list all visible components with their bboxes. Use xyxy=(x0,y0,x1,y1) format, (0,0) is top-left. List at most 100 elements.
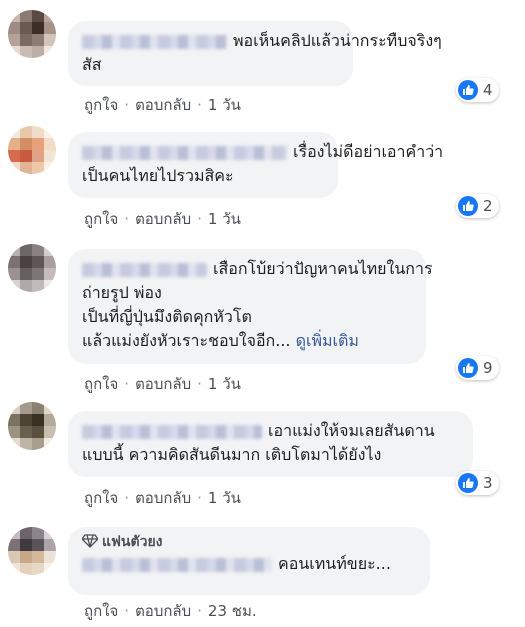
avatar-pixel xyxy=(20,46,32,58)
avatar[interactable] xyxy=(8,126,56,174)
avatar-pixel xyxy=(20,438,32,450)
avatar[interactable] xyxy=(8,527,56,575)
blurred-author-name[interactable] xyxy=(82,145,287,160)
reaction-number: 2 xyxy=(483,197,493,215)
avatar-pixel xyxy=(8,551,20,563)
avatar-pixel xyxy=(8,256,20,268)
avatar-pixel xyxy=(20,551,32,563)
separator-dot: · xyxy=(197,602,202,620)
blurred-author-name[interactable] xyxy=(82,262,207,277)
timestamp[interactable]: 1 วัน xyxy=(208,96,241,114)
avatar-pixel xyxy=(20,34,32,46)
comment-bubble: เรื่องไม่ดีอย่าเอาคำว่า เป็นคนไทยไปรวมสิ… xyxy=(68,132,443,198)
avatar-pixel xyxy=(44,162,56,174)
avatar-pixel xyxy=(44,46,56,58)
blurred-author-name[interactable] xyxy=(82,557,272,572)
avatar-pixel xyxy=(44,22,56,34)
reply-link[interactable]: ตอบกลับ xyxy=(135,210,191,228)
reply-link[interactable]: ตอบกลับ xyxy=(135,602,191,620)
separator-dot: · xyxy=(197,96,202,114)
comment-text: เอาแม่งให้จมเลยสันดาน xyxy=(82,419,461,443)
separator-dot: · xyxy=(124,489,130,507)
comment-bubble: เอาแม่งให้จมเลยสันดาน แบบนี้ ความคิดสันด… xyxy=(68,411,473,477)
like-link[interactable]: ถูกใจ xyxy=(84,375,118,393)
avatar-pixel xyxy=(44,414,56,426)
comment-actions: ถูกใจ · ตอบกลับ · 1 วัน xyxy=(84,207,241,231)
avatar-pixel xyxy=(20,138,32,150)
avatar[interactable] xyxy=(8,402,56,450)
badge-label: แฟนตัวยง xyxy=(102,534,163,550)
reply-link[interactable]: ตอบกลับ xyxy=(135,489,191,507)
avatar-pixel xyxy=(8,438,20,450)
avatar-pixel xyxy=(8,563,20,575)
avatar-pixel xyxy=(8,34,20,46)
separator-dot: · xyxy=(124,96,130,114)
avatar-pixel xyxy=(32,34,44,46)
comment-actions: ถูกใจ · ตอบกลับ · 1 วัน xyxy=(84,93,241,117)
avatar-pixel xyxy=(20,527,32,539)
comment-actions: ถูกใจ · ตอบกลับ · 1 วัน xyxy=(84,372,241,396)
comment-text: พอเห็นคลิปแล้วน่ากระทืบจริงๆ xyxy=(82,29,442,53)
avatar-pixel xyxy=(8,527,20,539)
like-link[interactable]: ถูกใจ xyxy=(84,489,118,507)
avatar-pixel xyxy=(8,268,20,280)
avatar-pixel xyxy=(32,426,44,438)
reaction-count[interactable]: 4 xyxy=(456,78,499,102)
avatar-pixel xyxy=(8,22,20,34)
separator-dot: · xyxy=(197,489,202,507)
avatar-pixel xyxy=(20,150,32,162)
comment-line: แล้วแม่งยังหัวเราะชอบใจอีก... ดูเพิ่มเติ… xyxy=(82,329,414,353)
avatar-pixel xyxy=(8,10,20,22)
avatar-pixel xyxy=(44,244,56,256)
like-link[interactable]: ถูกใจ xyxy=(84,96,118,114)
avatar[interactable] xyxy=(8,244,56,292)
reaction-count[interactable]: 2 xyxy=(456,194,499,218)
avatar-pixel xyxy=(8,138,20,150)
separator-dot: · xyxy=(124,210,130,228)
timestamp[interactable]: 1 วัน xyxy=(208,489,241,507)
see-more-link[interactable]: ดูเพิ่มเติม xyxy=(296,331,359,350)
avatar-pixel xyxy=(20,426,32,438)
like-link[interactable]: ถูกใจ xyxy=(84,210,118,228)
avatar-pixel xyxy=(32,539,44,551)
comment-line: พอเห็นคลิปแล้วน่ากระทืบจริงๆ xyxy=(233,31,442,50)
thumbs-up-icon xyxy=(458,80,478,100)
blurred-author-name[interactable] xyxy=(82,34,227,49)
avatar-pixel xyxy=(44,426,56,438)
avatar-pixel xyxy=(8,46,20,58)
comment-text: เสือกโบ้ยว่าปัญหาคนไทยในการ xyxy=(82,257,433,281)
avatar-pixel xyxy=(32,46,44,58)
comment-line: สัส xyxy=(82,55,102,74)
comment-line: เรื่องไม่ดีอย่าเอาคำว่า xyxy=(293,142,444,161)
top-fan-badge: แฟนตัวยง xyxy=(81,532,418,552)
avatar[interactable] xyxy=(8,10,56,58)
comment-line: แบบนี้ ความคิดสันดีนมาก เติบโตมาได้ยังไง xyxy=(82,445,382,464)
reaction-number: 9 xyxy=(483,359,493,377)
reply-link[interactable]: ตอบกลับ xyxy=(135,375,191,393)
timestamp[interactable]: 1 วัน xyxy=(208,210,241,228)
timestamp[interactable]: 1 วัน xyxy=(208,375,241,393)
timestamp[interactable]: 23 ชม. xyxy=(208,602,257,620)
avatar-pixel xyxy=(20,563,32,575)
reply-link[interactable]: ตอบกลับ xyxy=(135,96,191,114)
avatar-pixel xyxy=(32,256,44,268)
avatar-pixel xyxy=(20,280,32,292)
comment-line: ถ่ายรูป พ่อง xyxy=(82,283,162,302)
avatar-pixel xyxy=(32,551,44,563)
thumbs-up-icon xyxy=(458,358,478,378)
blurred-author-name[interactable] xyxy=(82,424,262,439)
avatar-pixel xyxy=(20,244,32,256)
avatar-pixel xyxy=(8,414,20,426)
avatar-pixel xyxy=(32,244,44,256)
thumbs-up-icon xyxy=(458,473,478,493)
comment-line: เป็นคนไทยไปรวมสิคะ xyxy=(82,166,234,185)
avatar-pixel xyxy=(44,126,56,138)
separator-dot: · xyxy=(197,375,202,393)
avatar-pixel xyxy=(44,563,56,575)
avatar-pixel xyxy=(32,280,44,292)
like-link[interactable]: ถูกใจ xyxy=(84,602,118,620)
reaction-count[interactable]: 3 xyxy=(456,471,499,495)
avatar-pixel xyxy=(8,402,20,414)
reaction-count[interactable]: 9 xyxy=(456,356,499,380)
comment-actions: ถูกใจ · ตอบกลับ · 1 วัน xyxy=(84,486,241,510)
